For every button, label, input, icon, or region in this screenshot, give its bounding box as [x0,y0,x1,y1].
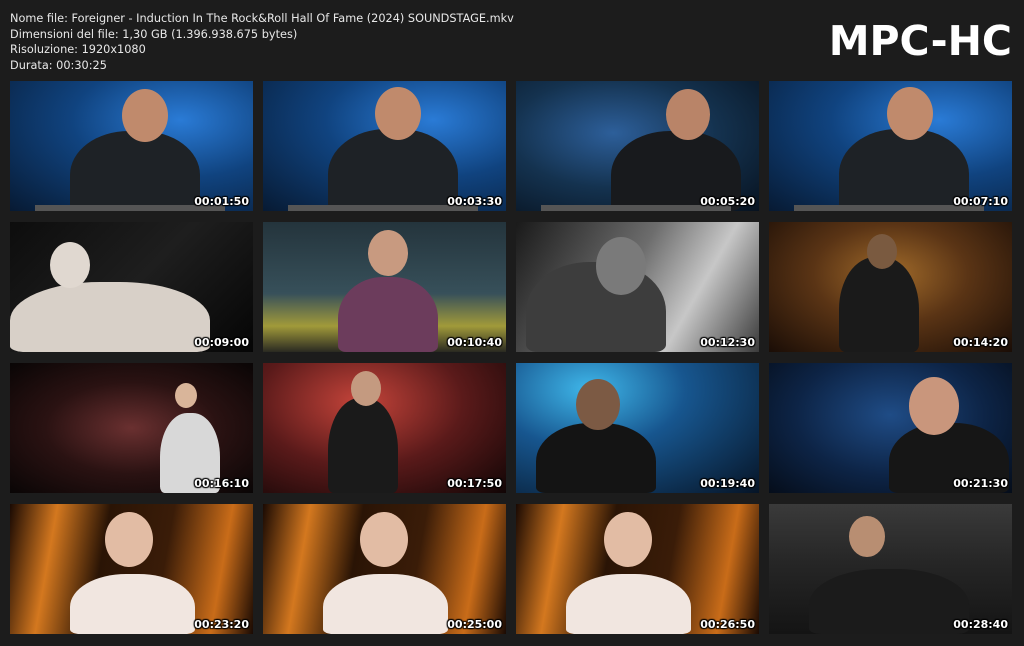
thumbnail-5: 00:09:00 [10,222,253,352]
thumbnail-scene [263,222,506,352]
file-info: Nome file: Foreigner - Induction In The … [10,11,514,73]
person-head [849,516,885,558]
thumbnail-scene [769,504,1012,634]
thumbnail-16: 00:28:40 [769,504,1012,634]
person-head [909,377,959,435]
thumbnail-grid: 00:01:50 00:03:30 00:05:20 00:07:10 00:0… [10,81,1012,634]
duration-line: Durata: 00:30:25 [10,58,107,72]
file-size-line: Dimensioni del file: 1,30 GB (1.396.938.… [10,27,298,41]
timestamp-label: 00:21:30 [953,477,1008,490]
thumbnail-2: 00:03:30 [263,81,506,211]
timestamp-label: 00:10:40 [447,336,502,349]
thumbnail-scene [516,222,759,352]
timestamp-label: 00:03:30 [447,195,502,208]
person-silhouette [566,574,691,634]
timestamp-label: 00:19:40 [700,477,755,490]
person-head [122,89,168,142]
thumbnail-12: 00:21:30 [769,363,1012,493]
person-silhouette [328,129,458,211]
thumbnail-13: 00:23:20 [10,504,253,634]
person-silhouette [809,569,969,634]
person-head [360,512,408,568]
person-head [666,89,710,140]
person-silhouette [10,282,210,352]
thumbnail-scene [10,504,253,634]
person-head [50,242,90,288]
person-head [596,237,646,295]
person-head [867,234,897,269]
resolution-line: Risoluzione: 1920x1080 [10,43,146,57]
thumbnail-9: 00:16:10 [10,363,253,493]
thumbnail-scene [263,363,506,493]
mpc-hc-logo: MPC-HC [828,17,1012,65]
file-name-line: Nome file: Foreigner - Induction In The … [10,12,514,25]
timestamp-label: 00:17:50 [447,477,502,490]
thumbnail-15: 00:26:50 [516,504,759,634]
thumbnail-7: 00:12:30 [516,222,759,352]
timestamp-label: 00:09:00 [194,336,249,349]
person-head [368,230,408,276]
thumbnail-scene [10,222,253,352]
thumbnail-scene [516,81,759,211]
thumbnail-scene [263,504,506,634]
person-silhouette [536,423,656,493]
timestamp-label: 00:05:20 [700,195,755,208]
timestamp-label: 00:12:30 [700,336,755,349]
thumbnail-6: 00:10:40 [263,222,506,352]
person-head [576,379,620,430]
thumbnail-4: 00:07:10 [769,81,1012,211]
timestamp-label: 00:23:20 [194,618,249,631]
timestamp-label: 00:07:10 [953,195,1008,208]
thumbnail-8: 00:14:20 [769,222,1012,352]
thumbnail-11: 00:19:40 [516,363,759,493]
thumbnail-scene [10,81,253,211]
timestamp-label: 00:16:10 [194,477,249,490]
person-head [375,87,421,140]
thumbnail-scene [263,81,506,211]
thumbnail-scene [769,222,1012,352]
person-silhouette [328,398,398,493]
thumbnail-scene [516,363,759,493]
timestamp-label: 00:26:50 [700,618,755,631]
person-silhouette [839,257,919,352]
thumbnail-scene [769,81,1012,211]
person-head [105,512,153,568]
person-silhouette [338,277,438,352]
thumbnail-1: 00:01:50 [10,81,253,211]
person-silhouette [70,574,195,634]
timestamp-label: 00:25:00 [447,618,502,631]
person-head [887,87,933,140]
thumbnail-10: 00:17:50 [263,363,506,493]
timestamp-label: 00:28:40 [953,618,1008,631]
person-silhouette [839,129,969,211]
thumbnail-14: 00:25:00 [263,504,506,634]
person-head [604,512,652,568]
person-head [351,371,381,406]
timestamp-label: 00:14:20 [953,336,1008,349]
person-silhouette [323,574,448,634]
timestamp-label: 00:01:50 [194,195,249,208]
thumbnail-scene [769,363,1012,493]
person-head [175,383,197,409]
thumbnail-scene [10,363,253,493]
person-silhouette [70,131,200,211]
thumbnail-3: 00:05:20 [516,81,759,211]
person-silhouette [526,262,666,352]
thumbnail-scene [516,504,759,634]
